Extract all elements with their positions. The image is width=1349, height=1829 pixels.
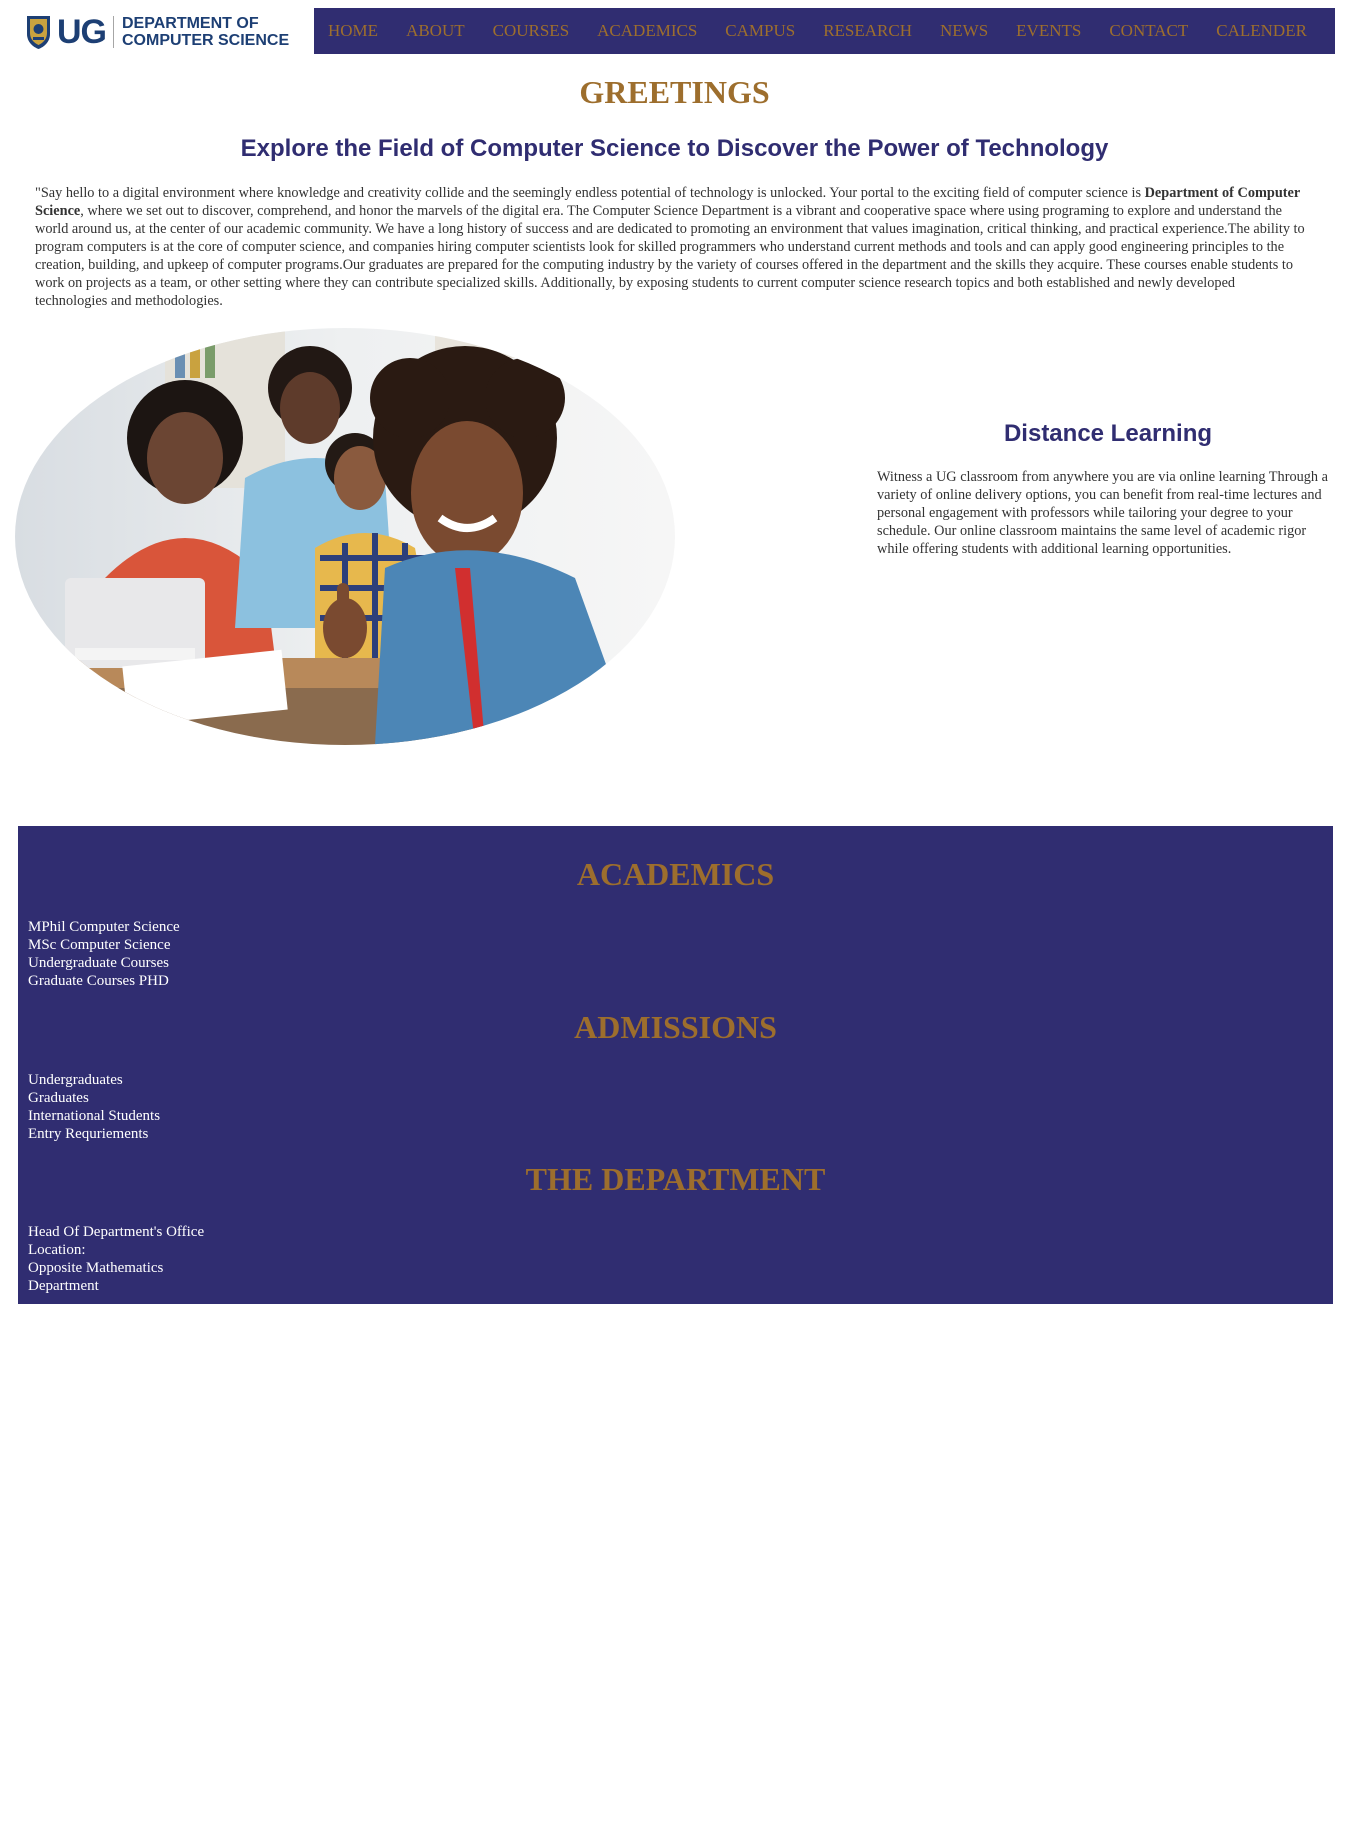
footer-link-mphil[interactable]: MPhil Computer Science: [28, 918, 180, 936]
footer-link-msc[interactable]: MSc Computer Science: [28, 936, 180, 954]
logo-short: UG: [57, 13, 107, 51]
footer-link-entry-requirements[interactable]: Entry Requriements: [28, 1125, 160, 1143]
students-photo: [15, 328, 675, 745]
footer-link-undergraduate-courses[interactable]: Undergraduate Courses: [28, 954, 180, 972]
footer-link-undergraduates[interactable]: Undergraduates: [28, 1071, 160, 1089]
nav-campus[interactable]: CAMPUS: [725, 21, 795, 41]
footer-link-international[interactable]: International Students: [28, 1107, 160, 1125]
site-logo[interactable]: UG DEPARTMENT OF COMPUTER SCIENCE: [25, 12, 300, 52]
footer-academics-title: ACADEMICS: [576, 856, 775, 892]
footer-location-line-1: Opposite Mathematics: [28, 1260, 164, 1276]
intro-text-end: , where we set out to discover, comprehe…: [35, 203, 1305, 309]
logo-line-1: DEPARTMENT OF: [122, 15, 259, 32]
nav-academics[interactable]: ACADEMICS: [597, 21, 697, 41]
ug-crest-icon: [27, 16, 50, 49]
nav-contact[interactable]: CONTACT: [1109, 21, 1188, 41]
footer-department-title: THE DEPARTMENT: [525, 1161, 826, 1197]
nav-news[interactable]: NEWS: [940, 21, 988, 41]
logo-text: DEPARTMENT OF COMPUTER SCIENCE: [122, 15, 289, 49]
site-footer: ACADEMICS MPhil Computer Science MSc Com…: [18, 826, 1333, 1304]
distance-learning-title: Distance Learning: [1003, 420, 1213, 447]
greetings-subtitle: Explore the Field of Computer Science to…: [240, 135, 1109, 162]
intro-text-start: "Say hello to a digital environment wher…: [35, 185, 1145, 201]
logo-line-2: COMPUTER SCIENCE: [122, 32, 290, 49]
footer-department-info: Head Of Department's Office Location: Op…: [28, 1223, 204, 1295]
nav-calender[interactable]: CALENDER: [1216, 21, 1307, 41]
footer-academics-list: MPhil Computer Science MSc Computer Scie…: [28, 918, 180, 990]
nav-courses[interactable]: COURSES: [493, 21, 570, 41]
distance-learning-text: Witness a UG classroom from anywhere you…: [877, 469, 1328, 557]
footer-location-line-2: Department: [28, 1278, 99, 1294]
nav-research[interactable]: RESEARCH: [823, 21, 912, 41]
footer-hod-office: Head Of Department's Office: [28, 1224, 205, 1240]
footer-admissions-title: ADMISSIONS: [574, 1009, 777, 1045]
nav-about[interactable]: ABOUT: [406, 21, 465, 41]
site-header: UG DEPARTMENT OF COMPUTER SCIENCE HOME A…: [0, 0, 1349, 62]
footer-link-graduates[interactable]: Graduates: [28, 1089, 160, 1107]
logo-divider: [113, 16, 114, 48]
footer-link-phd[interactable]: Graduate Courses PHD: [28, 972, 180, 990]
main-nav: HOME ABOUT COURSES ACADEMICS CAMPUS RESE…: [314, 8, 1335, 54]
intro-paragraph: "Say hello to a digital environment wher…: [35, 184, 1310, 310]
nav-home[interactable]: HOME: [328, 21, 378, 41]
students-photo-illustration: [15, 328, 675, 745]
footer-admissions-list: Undergraduates Graduates International S…: [28, 1071, 160, 1143]
nav-events[interactable]: EVENTS: [1016, 21, 1081, 41]
footer-location-label: Location:: [28, 1242, 86, 1258]
greetings-title: GREETINGS: [579, 74, 770, 110]
